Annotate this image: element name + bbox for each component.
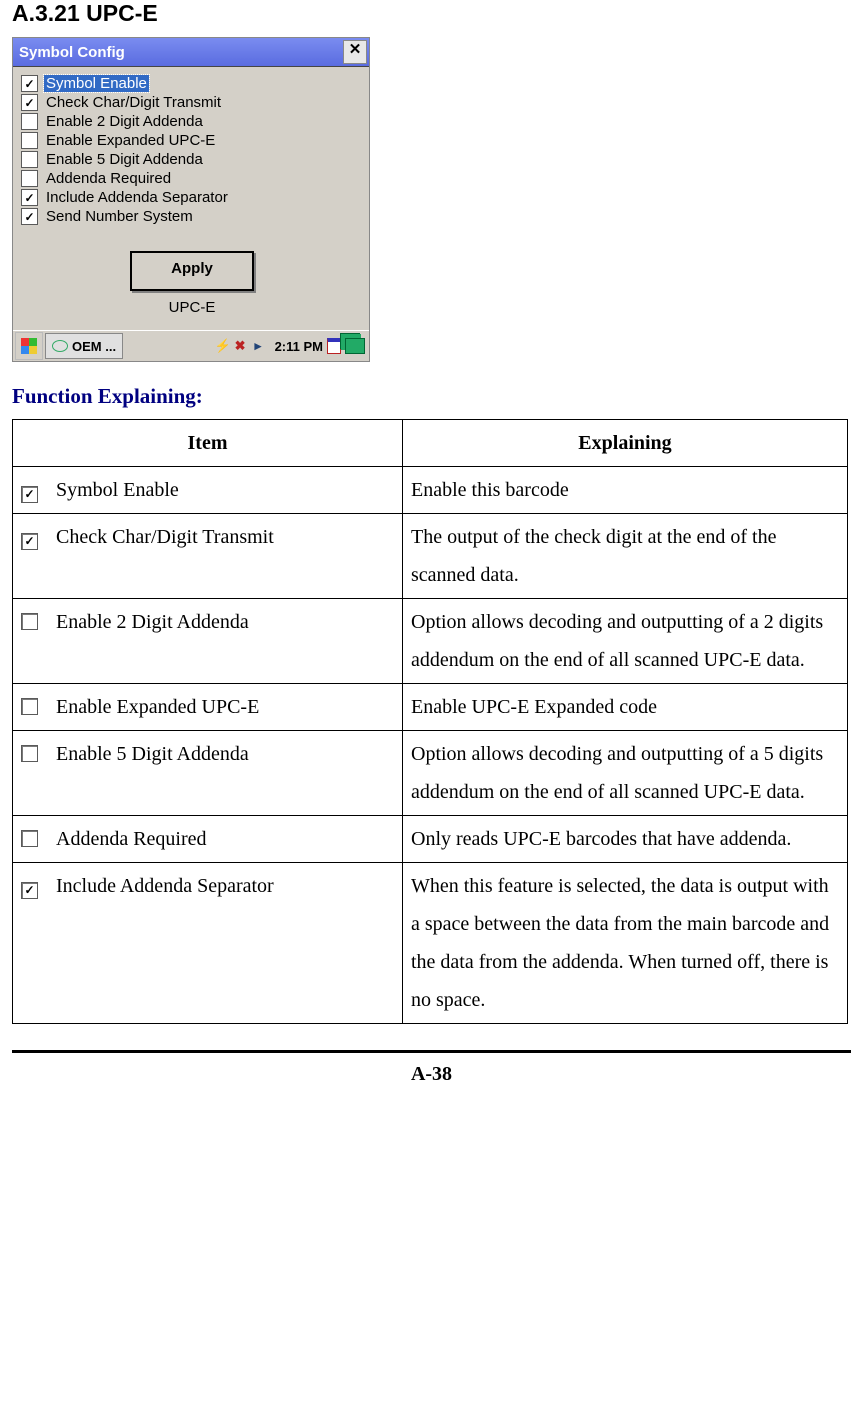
checkbox-icon[interactable] [21, 132, 38, 149]
table-row: Symbol EnableEnable this barcode [13, 467, 848, 514]
checkbox-icon [21, 486, 38, 503]
table-header-item: Item [13, 420, 403, 467]
apply-button[interactable]: Apply [130, 251, 254, 291]
checkbox-label: Enable Expanded UPC-E [44, 132, 217, 149]
table-row: Enable Expanded UPC-EEnable UPC-E Expand… [13, 684, 848, 731]
checkbox-label: Check Char/Digit Transmit [44, 94, 223, 111]
dialog-title: Symbol Config [19, 44, 343, 61]
checkbox-icon[interactable] [21, 170, 38, 187]
table-row: Enable 5 Digit AddendaOption allows deco… [13, 731, 848, 816]
checkbox-icon[interactable] [21, 75, 38, 92]
table-row: Enable 2 Digit AddendaOption allows deco… [13, 599, 848, 684]
plug-icon: ⚡ [215, 338, 231, 354]
table-cell-item: Addenda Required [13, 816, 403, 863]
checkbox-icon[interactable] [21, 113, 38, 130]
disconnect-icon: ✖ [235, 338, 251, 354]
taskbar-app-button[interactable]: OEM ... [45, 333, 123, 359]
checkbox-icon[interactable] [21, 208, 38, 225]
checkbox-label: Enable 5 Digit Addenda [44, 151, 205, 168]
table-cell-explaining: The output of the check digit at the end… [403, 514, 848, 599]
checkbox-icon [21, 613, 38, 630]
arrow-icon [255, 338, 271, 354]
clock-text: 2:11 PM [275, 339, 323, 354]
checkbox-icon [21, 533, 38, 550]
dialog-titlebar: Symbol Config ✕ [13, 38, 369, 67]
table-row: Check Char/Digit TransmitThe output of t… [13, 514, 848, 599]
checkbox-row[interactable]: Enable 2 Digit Addenda [21, 113, 363, 130]
dialog-footer-label: UPC-E [21, 299, 363, 324]
checkbox-row[interactable]: Symbol Enable [21, 75, 363, 92]
clipboard-icon [327, 338, 341, 354]
screens-icon [345, 338, 365, 354]
function-explaining-heading: Function Explaining: [12, 384, 851, 409]
table-cell-item: Include Addenda Separator [13, 863, 403, 1024]
app-icon [52, 340, 68, 352]
checkbox-label: Addenda Required [44, 170, 173, 187]
table-cell-explaining: Only reads UPC-E barcodes that have adde… [403, 816, 848, 863]
checkbox-row[interactable]: Send Number System [21, 208, 363, 225]
table-cell-item: Enable 5 Digit Addenda [13, 731, 403, 816]
checkbox-icon [21, 745, 38, 762]
tray: ⚡ ✖ 2:11 PM [215, 338, 369, 354]
table-cell-explaining: Option allows decoding and outputting of… [403, 731, 848, 816]
symbol-config-screenshot: Symbol Config ✕ Symbol Enable Check Char/… [12, 37, 370, 362]
checkbox-label: Send Number System [44, 208, 195, 225]
table-row: Include Addenda SeparatorWhen this featu… [13, 863, 848, 1024]
checkbox-icon [21, 882, 38, 899]
table-header-explaining: Explaining [403, 420, 848, 467]
checkbox-row[interactable]: Enable 5 Digit Addenda [21, 151, 363, 168]
page-rule [12, 1050, 851, 1053]
start-icon[interactable] [15, 332, 43, 360]
table-cell-explaining: When this feature is selected, the data … [403, 863, 848, 1024]
table-cell-explaining: Enable UPC-E Expanded code [403, 684, 848, 731]
table-cell-item: Symbol Enable [13, 467, 403, 514]
taskbar-app-label: OEM ... [72, 339, 116, 354]
close-icon[interactable]: ✕ [343, 40, 367, 64]
checkbox-label: Include Addenda Separator [44, 189, 230, 206]
checkbox-row[interactable]: Enable Expanded UPC-E [21, 132, 363, 149]
checkbox-label: Enable 2 Digit Addenda [44, 113, 205, 130]
table-cell-item: Check Char/Digit Transmit [13, 514, 403, 599]
taskbar: OEM ... ⚡ ✖ 2:11 PM [13, 330, 369, 361]
table-cell-item: Enable Expanded UPC-E [13, 684, 403, 731]
section-heading: A.3.21 UPC-E [12, 0, 851, 27]
table-cell-item: Enable 2 Digit Addenda [13, 599, 403, 684]
checkbox-row[interactable]: Check Char/Digit Transmit [21, 94, 363, 111]
checkbox-icon[interactable] [21, 151, 38, 168]
dialog-body: Symbol Enable Check Char/Digit Transmit En… [13, 67, 369, 330]
table-cell-explaining: Enable this barcode [403, 467, 848, 514]
checkbox-icon [21, 830, 38, 847]
function-explaining-table: Item Explaining Symbol EnableEnable this… [12, 419, 848, 1024]
table-cell-explaining: Option allows decoding and outputting of… [403, 599, 848, 684]
checkbox-row[interactable]: Addenda Required [21, 170, 363, 187]
checkbox-icon[interactable] [21, 94, 38, 111]
table-row: Addenda RequiredOnly reads UPC-E barcode… [13, 816, 848, 863]
checkbox-row[interactable]: Include Addenda Separator [21, 189, 363, 206]
page-number: A-38 [12, 1063, 851, 1086]
checkbox-icon [21, 698, 38, 715]
checkbox-label: Symbol Enable [44, 75, 149, 92]
checkbox-icon[interactable] [21, 189, 38, 206]
